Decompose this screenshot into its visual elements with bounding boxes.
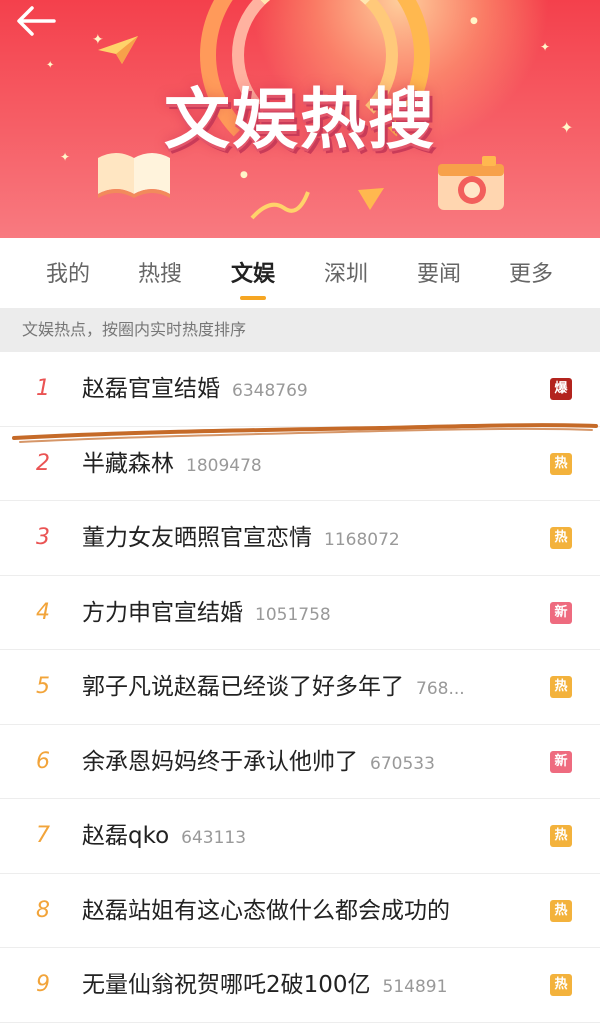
sparkle-icon: ● bbox=[470, 16, 478, 26]
tab-mine[interactable]: 我的 bbox=[38, 256, 98, 288]
tab-entertainment[interactable]: 文娱 bbox=[223, 256, 283, 288]
hot-badge: 热 bbox=[550, 452, 572, 475]
tab-news[interactable]: 要闻 bbox=[409, 256, 469, 288]
sparkle-icon: ✦ bbox=[540, 40, 551, 54]
rank-number: 6 bbox=[36, 748, 50, 774]
rank-number: 1 bbox=[36, 376, 50, 401]
page-title: 文娱热搜 bbox=[164, 81, 436, 158]
rank-number: 9 bbox=[36, 972, 50, 997]
active-tab-indicator bbox=[240, 296, 266, 300]
sparkle-icon: ● bbox=[240, 170, 248, 180]
topic-title: 方力申官宣结婚 1051758 bbox=[82, 576, 331, 650]
ribbon-decoration-icon bbox=[250, 191, 310, 220]
topic-text: 董力女友晒照官宣恋情 bbox=[82, 525, 312, 551]
topic-text: 赵磊qko bbox=[82, 823, 170, 849]
list-item[interactable]: 8 赵磊站姐有这心态做什么都会成功的 热 bbox=[0, 873, 600, 948]
back-arrow-icon[interactable] bbox=[14, 4, 58, 38]
heat-count: 1809478 bbox=[186, 455, 262, 476]
topic-title: 赵磊官宣结婚 6348769 bbox=[82, 352, 308, 426]
topic-text: 无量仙翁祝贺哪吒2破100亿 bbox=[82, 972, 371, 998]
rank-number: 3 bbox=[36, 525, 50, 550]
header-banner: ✦ ✦ ✦ ✦ ● ● ✦ 文娱热搜 bbox=[0, 0, 600, 238]
topic-title: 半藏森林 1809478 bbox=[82, 427, 262, 501]
list-item[interactable]: 3 董力女友晒照官宣恋情 1168072 热 bbox=[0, 501, 600, 576]
topic-text: 郭子凡说赵磊已经谈了好多年了 bbox=[82, 674, 404, 700]
topic-text: 赵磊官宣结婚 bbox=[82, 376, 220, 402]
hot-badge: 热 bbox=[550, 527, 572, 549]
topic-text: 半藏森林 bbox=[82, 450, 174, 477]
rank-number: 7 bbox=[36, 823, 50, 848]
hot-badge: 热 bbox=[550, 825, 572, 847]
rank-number: 2 bbox=[36, 450, 50, 476]
heat-count: 768... bbox=[416, 679, 465, 699]
heat-count: 514891 bbox=[382, 977, 448, 997]
topic-text: 方力申官宣结婚 bbox=[82, 599, 243, 626]
hot-badge: 热 bbox=[550, 899, 572, 922]
rank-number: 5 bbox=[36, 674, 50, 699]
heat-count: 6348769 bbox=[232, 381, 308, 401]
topic-text: 余承恩妈妈终于承认他帅了 bbox=[82, 748, 358, 775]
explosive-badge: 爆 bbox=[550, 378, 572, 400]
topic-title: 余承恩妈妈终于承认他帅了 670533 bbox=[82, 725, 435, 799]
topic-title: 郭子凡说赵磊已经谈了好多年了 768... bbox=[82, 650, 465, 724]
paper-plane-icon bbox=[98, 36, 138, 64]
list-item[interactable]: 4 方力申官宣结婚 1051758 新 bbox=[0, 575, 600, 650]
hot-badge: 热 bbox=[550, 974, 572, 996]
new-badge: 新 bbox=[550, 601, 572, 624]
topic-title: 无量仙翁祝贺哪吒2破100亿 514891 bbox=[82, 948, 447, 1022]
list-description: 文娱热点，按圈内实时热度排序 bbox=[0, 308, 600, 352]
list-item[interactable]: 6 余承恩妈妈终于承认他帅了 670533 新 bbox=[0, 724, 600, 799]
list-item[interactable]: 1 赵磊官宣结婚 6348769 爆 bbox=[0, 352, 600, 427]
heat-count: 643113 bbox=[181, 828, 247, 848]
heat-count: 670533 bbox=[370, 753, 435, 774]
topic-title: 董力女友晒照官宣恋情 1168072 bbox=[82, 501, 400, 575]
topic-title: 赵磊站姐有这心态做什么都会成功的 bbox=[82, 874, 462, 948]
list-item[interactable]: 5 郭子凡说赵磊已经谈了好多年了 768... 热 bbox=[0, 650, 600, 725]
hot-search-list: 1 赵磊官宣结婚 6348769 爆 2 半藏森林 1809478 热 3 董力女友… bbox=[0, 352, 600, 1023]
list-item[interactable]: 7 赵磊qko 643113 热 bbox=[0, 799, 600, 874]
tab-shenzhen[interactable]: 深圳 bbox=[316, 256, 376, 288]
tab-hot-search[interactable]: 热搜 bbox=[130, 256, 190, 288]
topic-title: 赵磊qko 643113 bbox=[82, 799, 246, 873]
new-badge: 新 bbox=[550, 750, 572, 773]
rank-number: 4 bbox=[36, 599, 50, 625]
triangle-decoration-icon bbox=[358, 188, 384, 210]
list-item[interactable]: 2 半藏森林 1809478 热 bbox=[0, 426, 600, 501]
tab-bar: 我的 热搜 文娱 深圳 要闻 更多 bbox=[0, 238, 600, 308]
hot-badge: 热 bbox=[550, 676, 572, 698]
tab-more[interactable]: 更多 bbox=[501, 256, 561, 288]
topic-text: 赵磊站姐有这心态做什么都会成功的 bbox=[82, 897, 450, 924]
list-item[interactable]: 9 无量仙翁祝贺哪吒2破100亿 514891 热 bbox=[0, 948, 600, 1023]
heat-count: 1051758 bbox=[255, 604, 331, 625]
heat-count: 1168072 bbox=[324, 530, 400, 550]
rank-number: 8 bbox=[36, 897, 50, 923]
